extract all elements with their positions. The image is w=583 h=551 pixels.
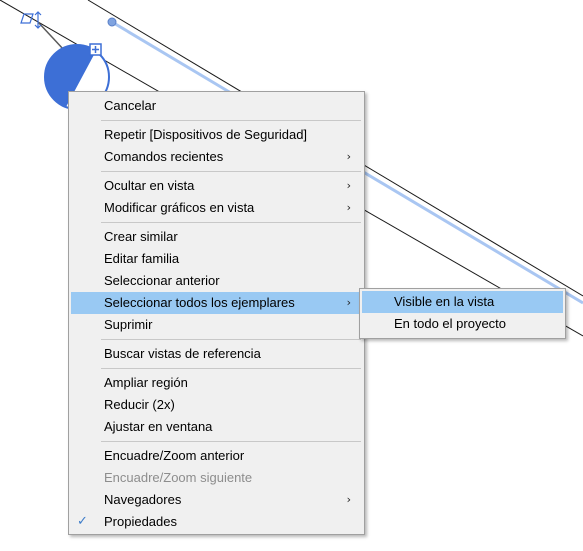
menu-item-label: Comandos recientes	[104, 149, 224, 164]
submenu-arrow-icon: ›	[346, 201, 351, 214]
menu-separator	[69, 117, 364, 124]
menu-item-label: Suprimir	[104, 317, 153, 332]
submenu-select-all-instances: Visible en la vista En todo el proyecto	[359, 288, 566, 339]
menu-item-label: Ajustar en ventana	[104, 419, 213, 434]
menu-item-label: En todo el proyecto	[394, 316, 507, 331]
menu-item-select-previous[interactable]: Seleccionar anterior	[71, 270, 362, 292]
menu-item-label: Encuadre/Zoom anterior	[104, 448, 245, 463]
menu-separator	[69, 438, 364, 445]
menu-item-label: Seleccionar anterior	[104, 273, 220, 288]
submenu-arrow-icon: ›	[346, 150, 351, 163]
submenu-arrow-icon: ›	[346, 493, 351, 506]
checkmark-icon: ✓	[77, 514, 88, 529]
menu-item-label: Propiedades	[104, 514, 177, 529]
menu-item-browsers[interactable]: Navegadores ›	[71, 489, 362, 511]
menu-item-label: Cancelar	[104, 98, 157, 113]
menu-item-delete[interactable]: Suprimir	[71, 314, 362, 336]
flip-control-icon[interactable]	[20, 11, 42, 29]
menu-item-zoom-in-region[interactable]: Ampliar región	[71, 372, 362, 394]
menu-item-edit-family[interactable]: Editar familia	[71, 248, 362, 270]
menu-item-label: Ampliar región	[104, 375, 188, 390]
menu-item-override-graphics[interactable]: Modificar gráficos en vista ›	[71, 197, 362, 219]
menu-item-label: Navegadores	[104, 492, 182, 507]
menu-item-find-referring-views[interactable]: Buscar vistas de referencia	[71, 343, 362, 365]
menu-item-label: Buscar vistas de referencia	[104, 346, 261, 361]
menu-item-create-similar[interactable]: Crear similar	[71, 226, 362, 248]
menu-separator	[69, 168, 364, 175]
menu-item-label: Editar familia	[104, 251, 180, 266]
menu-item-label: Modificar gráficos en vista	[104, 200, 255, 215]
menu-item-properties[interactable]: ✓ Propiedades	[71, 511, 362, 533]
menu-item-repeat[interactable]: Repetir [Dispositivos de Seguridad]	[71, 124, 362, 146]
submenu-arrow-icon: ›	[346, 296, 351, 309]
menu-item-zoom-to-fit[interactable]: Ajustar en ventana	[71, 416, 362, 438]
menu-item-label: Encuadre/Zoom siguiente	[104, 470, 253, 485]
menu-item-next-pan-zoom: Encuadre/Zoom siguiente	[71, 467, 362, 489]
menu-separator	[69, 336, 364, 343]
submenu-item-entire-project[interactable]: En todo el proyecto	[362, 313, 563, 335]
menu-item-label: Crear similar	[104, 229, 178, 244]
menu-separator	[69, 219, 364, 226]
menu-item-label: Reducir (2x)	[104, 397, 175, 412]
menu-item-hide-in-view[interactable]: Ocultar en vista ›	[71, 175, 362, 197]
menu-item-label: Seleccionar todos los ejemplares	[104, 295, 295, 310]
submenu-item-visible-in-view[interactable]: Visible en la vista	[362, 291, 563, 313]
menu-item-zoom-out[interactable]: Reducir (2x)	[71, 394, 362, 416]
menu-item-select-all-instances[interactable]: Seleccionar todos los ejemplares ›	[71, 292, 362, 314]
menu-item-recent-commands[interactable]: Comandos recientes ›	[71, 146, 362, 168]
menu-item-label: Ocultar en vista	[104, 178, 195, 193]
menu-item-cancel[interactable]: Cancelar	[71, 95, 362, 117]
menu-item-label: Visible en la vista	[394, 294, 495, 309]
endpoint-grip[interactable]	[107, 17, 117, 27]
menu-item-previous-pan-zoom[interactable]: Encuadre/Zoom anterior	[71, 445, 362, 467]
submenu-arrow-icon: ›	[346, 179, 351, 192]
menu-item-label: Repetir [Dispositivos de Seguridad]	[104, 127, 308, 142]
context-menu: Cancelar Repetir [Dispositivos de Seguri…	[68, 91, 365, 535]
menu-separator	[69, 365, 364, 372]
